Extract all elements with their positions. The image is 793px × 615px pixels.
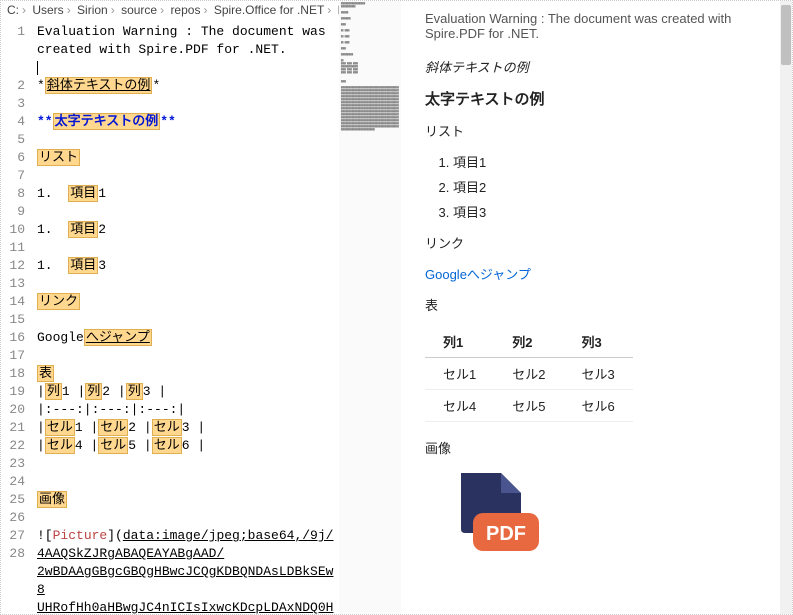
code-line[interactable]: リスト xyxy=(37,149,335,167)
code-line[interactable]: UHRofHh0aHBwgJC4nICIsIxwcKDcpLDAxNDQ0Hy xyxy=(37,599,335,614)
link-heading: リンク xyxy=(425,233,768,252)
code-line[interactable]: 表 xyxy=(37,365,335,383)
table-header: 列2 xyxy=(494,326,563,358)
code-line[interactable]: **太字テキストの例** xyxy=(37,113,335,131)
bold-example: 太字テキストの例 xyxy=(425,88,768,109)
code-line[interactable]: ![Picture](data:image/jpeg;base64,/9j/ xyxy=(37,527,335,545)
code-line[interactable]: |セル1 |セル2 |セル3 | xyxy=(37,419,335,437)
list-item: 項目1 xyxy=(453,152,768,171)
highlight: 項目 xyxy=(68,257,98,274)
breadcrumb-seg[interactable]: Spire.Office for .NET xyxy=(214,3,324,17)
table-header: 列1 xyxy=(425,326,494,358)
preview-link[interactable]: Googleへジャンプ xyxy=(425,267,531,282)
code-content[interactable]: Evaluation Warning : The document was cr… xyxy=(33,19,339,614)
highlight: 斜体テキストの例 xyxy=(45,77,153,94)
table-heading: 表 xyxy=(425,295,768,314)
highlight: 項目 xyxy=(68,221,98,238)
italic-example: 斜体テキストの例 xyxy=(425,57,768,76)
preview-pane: Evaluation Warning : The document was cr… xyxy=(401,1,792,614)
list-item: 項目2 xyxy=(453,177,768,196)
code-line[interactable]: 1. 項目2 xyxy=(37,221,335,239)
breadcrumb-seg[interactable]: repos xyxy=(170,3,200,17)
code-editor[interactable]: 1 2 3 4 5 6 7 8 9 10 11 12 13 14 15 16 1… xyxy=(1,19,339,614)
code-line[interactable]: |列1 |列2 |列3 | xyxy=(37,383,335,401)
highlight: 太字テキストの例 xyxy=(53,113,161,130)
code-line[interactable]: *斜体テキストの例* xyxy=(37,77,335,95)
highlight: 画像 xyxy=(37,491,67,508)
table-header: 列3 xyxy=(563,326,632,358)
code-line[interactable]: created with Spire.PDF for .NET. xyxy=(37,41,335,59)
list-item: 項目3 xyxy=(453,202,768,221)
table-row: セル1 セル2 セル3 xyxy=(425,358,633,390)
code-line[interactable] xyxy=(37,455,335,473)
code-line[interactable]: 1. 項目3 xyxy=(37,257,335,275)
code-line[interactable] xyxy=(37,95,335,113)
code-line[interactable] xyxy=(37,275,335,293)
minimap[interactable]: ████████████████████████████████████████… xyxy=(339,1,401,614)
list-heading: リスト xyxy=(425,121,768,140)
code-line[interactable]: Evaluation Warning : The document was xyxy=(37,23,335,41)
code-line[interactable]: 画像 xyxy=(37,491,335,509)
code-line[interactable]: 4AAQSkZJRgABAQEAYABgAAD/ xyxy=(37,545,335,563)
code-line[interactable] xyxy=(37,347,335,365)
code-line[interactable]: |:---:|:---:|:---:| xyxy=(37,401,335,419)
breadcrumb-seg[interactable]: Users xyxy=(32,3,63,17)
highlight: 表 xyxy=(37,365,54,382)
highlight: 項目 xyxy=(68,185,98,202)
code-line[interactable]: 2wBDAAgGBgcGBQgHBwcJCQgKDBQNDAsLDBkSEw8 xyxy=(37,563,335,599)
code-line[interactable] xyxy=(37,509,335,527)
code-line[interactable]: リンク xyxy=(37,293,335,311)
breadcrumb-seg[interactable]: C: xyxy=(7,3,19,17)
breadcrumb-seg[interactable]: Sirion xyxy=(77,3,108,17)
code-line[interactable]: Googleへジャンプ xyxy=(37,329,335,347)
line-gutter: 1 2 3 4 5 6 7 8 9 10 11 12 13 14 15 16 1… xyxy=(1,19,33,614)
code-line[interactable] xyxy=(37,59,335,77)
code-line[interactable]: |セル4 |セル5 |セル6 | xyxy=(37,437,335,455)
code-line[interactable] xyxy=(37,203,335,221)
preview-list: 項目1 項目2 項目3 xyxy=(453,152,768,221)
code-line[interactable] xyxy=(37,239,335,257)
breadcrumb-seg[interactable]: source xyxy=(121,3,157,17)
code-line[interactable] xyxy=(37,311,335,329)
editor-pane: C:› Users› Sirion› source› repos› Spire.… xyxy=(1,1,339,614)
highlight: リンク xyxy=(37,293,80,310)
highlight: へジャンプ xyxy=(84,329,152,346)
pdf-icon: PDF xyxy=(445,469,768,568)
text-cursor xyxy=(37,61,38,75)
highlight: リスト xyxy=(37,149,80,166)
breadcrumb[interactable]: C:› Users› Sirion› source› repos› Spire.… xyxy=(1,1,339,19)
svg-text:PDF: PDF xyxy=(486,523,526,545)
code-line[interactable] xyxy=(37,473,335,491)
code-line[interactable] xyxy=(37,167,335,185)
preview-table: 列1 列2 列3 セル1 セル2 セル3 セル4 セル5 セル6 xyxy=(425,326,633,422)
scrollbar-vertical[interactable] xyxy=(780,1,792,614)
warning-text: Evaluation Warning : The document was cr… xyxy=(425,11,768,41)
table-row: セル4 セル5 セル6 xyxy=(425,390,633,422)
code-line[interactable]: 1. 項目1 xyxy=(37,185,335,203)
image-heading: 画像 xyxy=(425,438,768,457)
code-line[interactable] xyxy=(37,131,335,149)
scrollbar-thumb[interactable] xyxy=(781,5,791,65)
